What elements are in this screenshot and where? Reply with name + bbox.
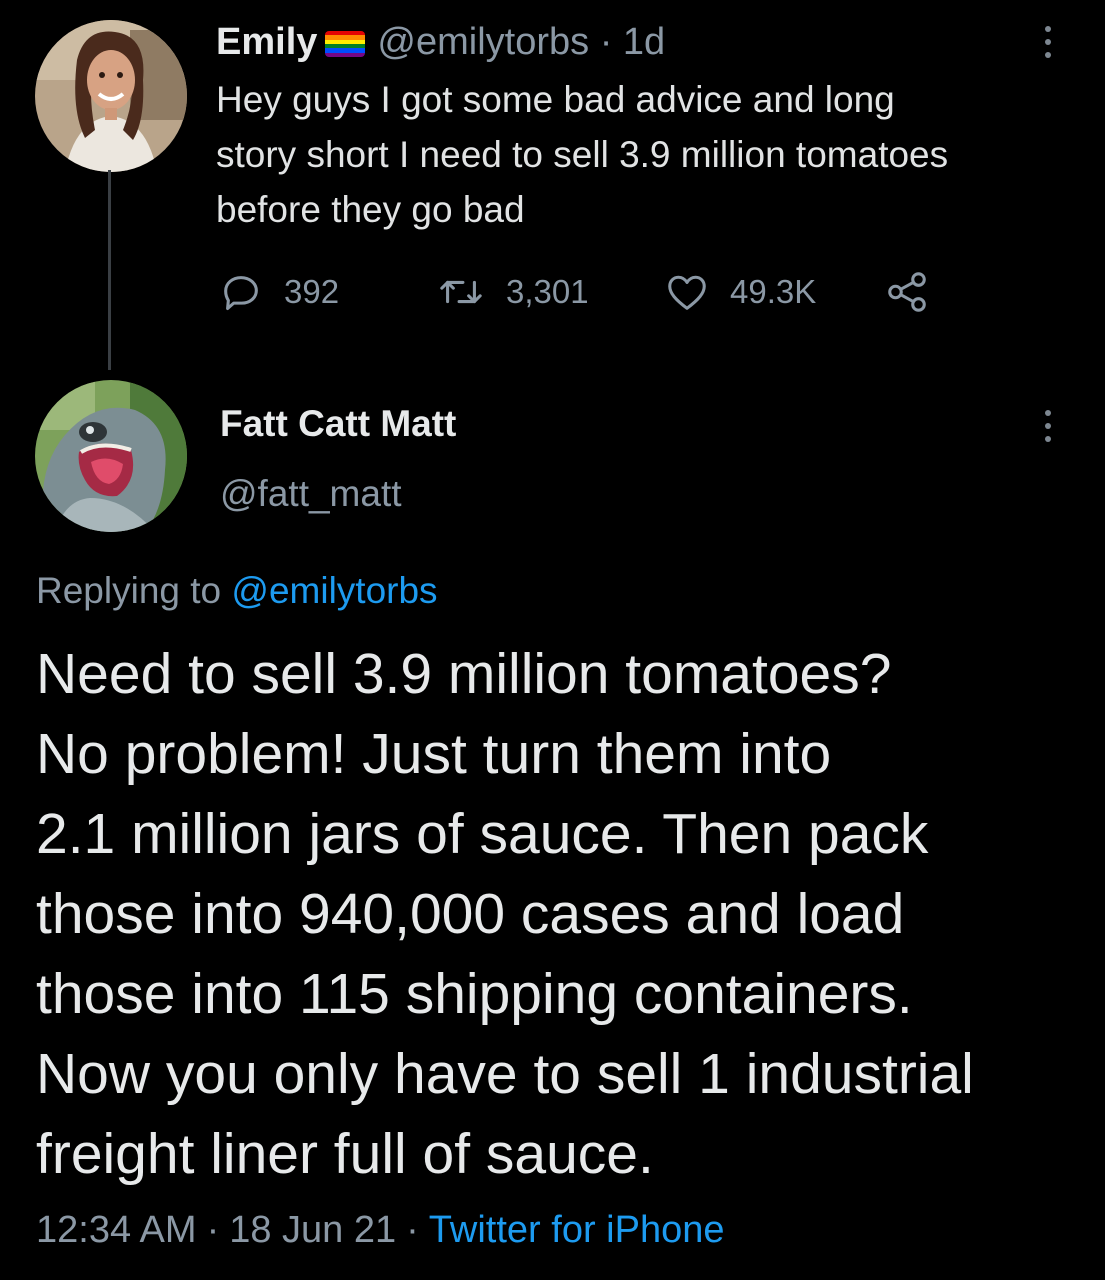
tweet1-more-options-icon[interactable] <box>1043 26 1053 58</box>
reply-button[interactable]: 392 <box>218 262 339 322</box>
reply-count: 392 <box>284 273 340 310</box>
tweet2-author-name[interactable]: Fatt Catt Matt <box>220 400 456 448</box>
tweet1-author-handle[interactable]: @emilytorbs <box>377 21 589 63</box>
tweet1-text: Hey guys I got some bad advice and long … <box>216 79 949 230</box>
heart-icon <box>668 275 706 310</box>
tweet1-author-name[interactable]: Emily <box>216 21 317 63</box>
share-button[interactable] <box>884 262 950 322</box>
replying-to-label: Replying to <box>36 570 222 611</box>
avatar-fatt-matt[interactable] <box>35 380 187 532</box>
retweet-icon <box>440 280 482 304</box>
retweet-button[interactable]: 3,301 <box>436 262 589 322</box>
tweet2-dot-separator-1: · <box>206 1209 220 1251</box>
reply-icon <box>224 276 258 311</box>
thread-connector-line <box>108 170 111 370</box>
tweet1-age[interactable]: 1d <box>623 21 665 63</box>
tweet2-source-link[interactable]: Twitter for iPhone <box>429 1209 725 1251</box>
replying-to-line: Replying to @emilytorbs <box>36 566 438 616</box>
rainbow-flag-icon <box>325 31 366 57</box>
tweet2-dot-separator-2: · <box>406 1209 419 1251</box>
tweet2-more-options-icon[interactable] <box>1043 410 1053 442</box>
tweet2-date[interactable]: 18 Jun 21 <box>229 1209 396 1251</box>
tweet2-text: Need to sell 3.9 million tomatoes? No pr… <box>36 642 974 1186</box>
tweet1-header: Emily @emilytorbs · 1d <box>216 18 665 66</box>
like-button[interactable]: 49.3K <box>664 262 816 322</box>
tweet2-meta: 12:34 AM · 18 Jun 21 · Twitter for iPhone <box>36 1204 724 1256</box>
share-icon <box>888 272 926 312</box>
tweet1-action-bar: 392 3,301 49.3K <box>218 262 958 322</box>
tweet1-dot-separator: · <box>599 21 613 63</box>
tweet2-author-handle[interactable]: @fatt_matt <box>220 470 402 518</box>
like-count: 49.3K <box>730 273 817 310</box>
retweet-count: 3,301 <box>506 273 589 310</box>
tweet2-time[interactable]: 12:34 AM <box>36 1209 197 1251</box>
avatar-emily[interactable] <box>35 20 187 172</box>
replying-to-handle-link[interactable]: @emilytorbs <box>231 570 437 611</box>
